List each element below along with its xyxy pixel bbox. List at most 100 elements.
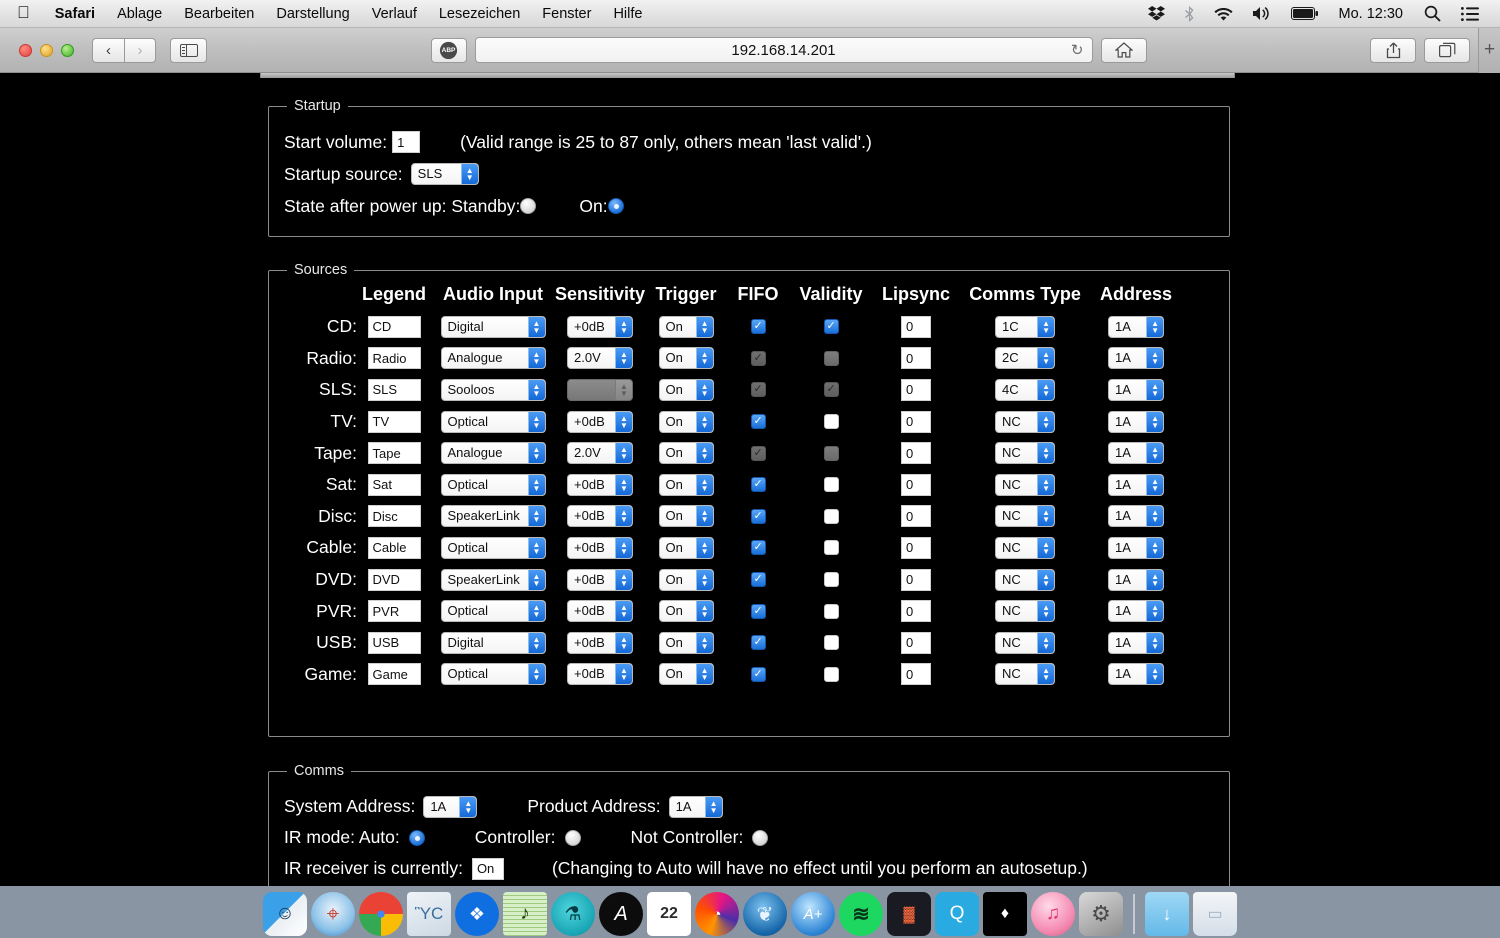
notification-center-icon[interactable]: [1452, 0, 1488, 28]
dock-item-audio-app[interactable]: A+: [791, 892, 835, 936]
dock-item-system-preferences[interactable]: ⚙: [1079, 892, 1123, 936]
dock-item-tidal[interactable]: ♦: [983, 892, 1027, 936]
dock-item-equalizer-app[interactable]: ▓: [887, 892, 931, 936]
comms-type-select[interactable]: 2C ▲ ▼: [995, 347, 1056, 370]
menu-bearbeiten[interactable]: Bearbeiten: [173, 0, 265, 28]
validity-checkbox[interactable]: [823, 477, 839, 493]
address-select[interactable]: 1A ▲ ▼: [1108, 536, 1165, 559]
fifo-checkbox[interactable]: ✓: [750, 540, 766, 556]
legend-input[interactable]: CD: [367, 315, 421, 338]
menu-hilfe[interactable]: Hilfe: [602, 0, 653, 28]
system-address-select[interactable]: 1A ▲ ▼: [423, 795, 478, 818]
dock-item-sheet-music[interactable]: ♪: [503, 892, 547, 936]
audio-input-select[interactable]: Analogue ▲ ▼: [440, 347, 546, 370]
trigger-select[interactable]: On ▲ ▼: [658, 410, 714, 433]
sensitivity-select[interactable]: +0dB ▲ ▼: [567, 505, 634, 528]
fifo-checkbox[interactable]: ✓: [750, 572, 766, 588]
fifo-checkbox[interactable]: ✓: [750, 414, 766, 430]
address-select[interactable]: 1A ▲ ▼: [1108, 505, 1165, 528]
lipsync-input[interactable]: 0: [901, 378, 932, 401]
trigger-select[interactable]: On ▲ ▼: [658, 315, 714, 338]
menu-darstellung[interactable]: Darstellung: [265, 0, 360, 28]
lipsync-input[interactable]: 0: [901, 536, 932, 559]
dock-item-google-chrome[interactable]: ●: [359, 892, 403, 936]
lipsync-input[interactable]: 0: [901, 473, 932, 496]
fifo-checkbox[interactable]: ✓: [750, 635, 766, 651]
reload-icon[interactable]: ↻: [1071, 41, 1084, 59]
startup-source-select[interactable]: SLS ▲ ▼: [410, 163, 479, 185]
comms-type-select[interactable]: NC ▲ ▼: [995, 473, 1056, 496]
trigger-select[interactable]: On ▲ ▼: [658, 347, 714, 370]
fifo-checkbox[interactable]: ✓: [750, 666, 766, 682]
audio-input-select[interactable]: Analogue ▲ ▼: [440, 442, 546, 465]
address-select[interactable]: 1A ▲ ▼: [1108, 442, 1165, 465]
address-select[interactable]: 1A ▲ ▼: [1108, 663, 1165, 686]
dock-item-firefox[interactable]: ◔: [695, 892, 739, 936]
share-icon[interactable]: [1370, 37, 1416, 63]
fifo-checkbox[interactable]: ✓: [750, 477, 766, 493]
sensitivity-select[interactable]: 2.0V ▲ ▼: [567, 347, 634, 370]
address-select[interactable]: 1A ▲ ▼: [1108, 473, 1165, 496]
trigger-select[interactable]: On ▲ ▼: [658, 600, 714, 623]
dock-item-itunes[interactable]: ♫: [1031, 892, 1075, 936]
address-select[interactable]: 1A ▲ ▼: [1108, 347, 1165, 370]
dock-item-safari[interactable]: ⌖: [311, 892, 355, 936]
audio-input-select[interactable]: SpeakerLink ▲ ▼: [440, 505, 546, 528]
dock-item-dropbox[interactable]: ❖: [455, 892, 499, 936]
audio-input-select[interactable]: Optical ▲ ▼: [440, 600, 546, 623]
legend-input[interactable]: Tape: [367, 442, 421, 465]
menu-verlauf[interactable]: Verlauf: [361, 0, 428, 28]
sensitivity-select[interactable]: +0dB ▲ ▼: [567, 536, 634, 559]
show-all-tabs-icon[interactable]: [1424, 37, 1470, 63]
comms-type-select[interactable]: NC ▲ ▼: [995, 631, 1056, 654]
trigger-select[interactable]: On ▲ ▼: [658, 568, 714, 591]
address-select[interactable]: 1A ▲ ▼: [1108, 315, 1165, 338]
validity-checkbox[interactable]: ✓: [823, 319, 839, 335]
comms-type-select[interactable]: NC ▲ ▼: [995, 568, 1056, 591]
menu-ablage[interactable]: Ablage: [106, 0, 173, 28]
dock-item-microscope-app[interactable]: ⚗: [551, 892, 595, 936]
sensitivity-select[interactable]: 2.0V ▲ ▼: [567, 442, 634, 465]
volume-icon[interactable]: [1244, 0, 1280, 28]
power-on-radio[interactable]: [607, 198, 624, 214]
legend-input[interactable]: TV: [367, 410, 421, 433]
fifo-checkbox[interactable]: ✓: [750, 603, 766, 619]
audio-input-select[interactable]: Optical ▲ ▼: [440, 663, 546, 686]
ir-mode-auto-radio[interactable]: [408, 829, 425, 846]
trigger-select[interactable]: On ▲ ▼: [658, 631, 714, 654]
audio-input-select[interactable]: Optical ▲ ▼: [440, 473, 546, 496]
address-bar[interactable]: 192.168.14.201 ↻: [474, 37, 1093, 63]
address-select[interactable]: 1A ▲ ▼: [1108, 378, 1165, 401]
audio-input-select[interactable]: Digital ▲ ▼: [440, 631, 546, 654]
comms-type-select[interactable]: NC ▲ ▼: [995, 410, 1056, 433]
validity-checkbox[interactable]: [823, 666, 839, 682]
menu-safari[interactable]: Safari: [44, 0, 106, 28]
address-select[interactable]: 1A ▲ ▼: [1108, 631, 1165, 654]
trigger-select[interactable]: On ▲ ▼: [658, 378, 714, 401]
dock-item-downloads-folder[interactable]: ↓: [1145, 892, 1189, 936]
adblock-plus-icon[interactable]: ABP: [430, 37, 467, 63]
comms-type-select[interactable]: NC ▲ ▼: [995, 442, 1056, 465]
forward-button[interactable]: ›: [124, 37, 156, 63]
sensitivity-select[interactable]: +0dB ▲ ▼: [567, 473, 634, 496]
sensitivity-select[interactable]: +0dB ▲ ▼: [567, 410, 634, 433]
lipsync-input[interactable]: 0: [901, 663, 932, 686]
comms-type-select[interactable]: NC ▲ ▼: [995, 536, 1056, 559]
search-icon[interactable]: [1415, 0, 1450, 28]
dock-item-affinity-photo[interactable]: A: [599, 892, 643, 936]
start-volume-input[interactable]: 1: [392, 131, 421, 153]
legend-input[interactable]: DVD: [367, 568, 421, 591]
dock-item-spotify[interactable]: ≋: [839, 892, 883, 936]
dropbox-icon[interactable]: [1139, 0, 1174, 28]
address-select[interactable]: 1A ▲ ▼: [1108, 568, 1165, 591]
validity-checkbox[interactable]: [823, 572, 839, 588]
comms-type-select[interactable]: 1C ▲ ▼: [995, 315, 1056, 338]
legend-input[interactable]: Sat: [367, 473, 421, 496]
dock-item-seamonkey[interactable]: ❦: [743, 892, 787, 936]
audio-input-select[interactable]: Optical ▲ ▼: [440, 410, 546, 433]
apple-logo-icon[interactable]: : [0, 0, 44, 28]
product-address-select[interactable]: 1A ▲ ▼: [668, 795, 723, 818]
not-controller-radio[interactable]: [752, 829, 769, 846]
dock-item-finder[interactable]: ☺: [263, 892, 307, 936]
zoom-window-button[interactable]: [61, 43, 74, 57]
